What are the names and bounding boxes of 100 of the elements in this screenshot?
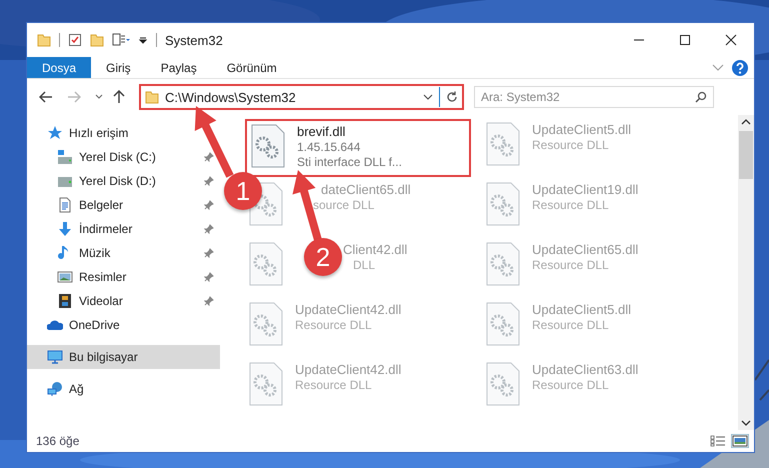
file-name: Client42.dll <box>343 242 408 257</box>
nav-item-label: OneDrive <box>69 318 120 332</box>
nav-item[interactable]: Resimler <box>27 265 220 289</box>
file-name: UpdateClient19.dll <box>532 182 638 197</box>
ribbon-tab[interactable]: Giriş <box>91 57 146 78</box>
close-icon <box>725 34 737 46</box>
chevron-up-icon[interactable] <box>741 119 751 125</box>
search-field[interactable]: Ara: System32 <box>474 86 714 108</box>
address-bar[interactable]: C:\Windows\System32 <box>139 84 464 110</box>
gear-file-icon <box>486 362 520 406</box>
pin-icon[interactable] <box>204 176 214 186</box>
nav-item[interactable]: İndirmeler <box>27 217 220 241</box>
item-count: 136 öğe <box>36 434 80 448</box>
file-description: Resource DLL <box>532 198 609 212</box>
nav-item[interactable]: Yerel Disk (C:) <box>27 145 220 169</box>
folder-icon[interactable] <box>37 33 51 47</box>
details-view-icon[interactable] <box>710 435 726 447</box>
nav-item-label: Bu bilgisayar <box>69 350 138 364</box>
file-description: Resource DLL <box>532 318 609 332</box>
file-name: UpdateClient42.dll <box>295 302 402 317</box>
nav-item[interactable]: OneDrive <box>27 313 220 337</box>
nav-item-label: Videolar <box>79 294 123 308</box>
file-description: Resource DLL <box>532 138 609 152</box>
nav-item-label: Ağ <box>69 382 84 396</box>
nav-item[interactable]: Müzik <box>27 241 220 265</box>
folder-icon <box>145 90 159 104</box>
checklist-icon[interactable] <box>68 33 82 47</box>
pin-icon[interactable] <box>204 152 214 162</box>
address-path: C:\Windows\System32 <box>165 90 297 104</box>
gear-file-icon <box>486 302 520 346</box>
star-icon <box>47 125 63 141</box>
ribbon-tab[interactable]: Görünüm <box>212 57 292 78</box>
gear-file-icon <box>249 242 283 286</box>
refresh-icon[interactable] <box>446 91 458 103</box>
gear-file-icon <box>486 242 520 286</box>
ribbon-tab[interactable]: Paylaş <box>146 57 212 78</box>
chevron-down-icon[interactable] <box>741 420 751 426</box>
file-name: UpdateClient5.dll <box>532 302 632 317</box>
file-description: Resource DLL <box>532 378 609 392</box>
nav-item-label: Hızlı erişim <box>69 126 128 140</box>
nav-item-label: Resimler <box>79 270 126 284</box>
nav-item[interactable]: Belgeler <box>27 193 220 217</box>
file-name: brevif.dll <box>297 124 346 139</box>
nav-item-label: Yerel Disk (D:) <box>79 174 156 188</box>
properties-icon[interactable] <box>112 33 130 47</box>
window-title: System32 <box>165 32 223 48</box>
nav-item-label: Müzik <box>79 246 110 260</box>
nav-item[interactable]: Ağ <box>27 377 220 401</box>
up-arrow-icon[interactable] <box>113 90 125 104</box>
nav-item[interactable]: Hızlı erişim <box>27 121 220 145</box>
gear-file-icon <box>251 124 285 168</box>
dropdown-icon[interactable] <box>138 35 148 45</box>
arrow <box>194 106 234 178</box>
file-name: UpdateClient63.dll <box>532 362 638 377</box>
large-icons-view-icon[interactable] <box>732 435 748 447</box>
ribbon-tab[interactable]: Dosya <box>27 57 92 78</box>
file-description: source DLL <box>313 198 374 212</box>
gear-file-icon <box>249 302 283 346</box>
search-icon <box>695 91 707 103</box>
scrollbar-thumb[interactable] <box>739 131 753 179</box>
document-icon <box>57 197 73 213</box>
file-version: 1.45.15.644 <box>297 140 360 154</box>
file-description: Sti interface DLL f... <box>297 155 402 169</box>
file-description: Resource DLL <box>295 378 372 392</box>
gear-file-icon <box>249 362 283 406</box>
file-name: dateClient65.dll <box>321 182 411 197</box>
help-icon[interactable] <box>732 60 748 76</box>
maximize-icon <box>679 34 691 46</box>
network-icon <box>47 381 63 397</box>
scrollbar[interactable] <box>738 115 754 430</box>
file-name: UpdateClient5.dll <box>532 122 632 137</box>
pin-icon[interactable] <box>204 224 214 234</box>
monitor-icon <box>47 349 63 365</box>
nav-item[interactable]: Videolar <box>27 289 220 313</box>
gear-file-icon <box>486 122 520 166</box>
file-description: DLL <box>353 258 376 272</box>
file-item[interactable]: brevif.dll 1.45.15.644 Sti interface DLL f... <box>245 119 471 177</box>
nav-item[interactable]: Yerel Disk (D:) <box>27 169 220 193</box>
file-description: Resource DLL <box>295 318 372 332</box>
pin-icon[interactable] <box>204 248 214 258</box>
folder-icon[interactable] <box>90 33 104 47</box>
file-name: UpdateClient65.dll <box>532 242 638 257</box>
image-icon <box>57 269 73 285</box>
chevron-down-icon[interactable] <box>423 94 433 100</box>
pin-icon[interactable] <box>204 200 214 210</box>
drive-icon <box>57 149 73 165</box>
nav-item[interactable]: Bu bilgisayar <box>27 345 220 369</box>
pin-icon[interactable] <box>204 296 214 306</box>
nav-item-label: İndirmeler <box>79 222 132 236</box>
back-arrow-icon[interactable] <box>39 91 53 103</box>
nav-item-label: Belgeler <box>79 198 124 212</box>
file-name: UpdateClient42.dll <box>295 362 402 377</box>
file-description: Resource DLL <box>532 258 609 272</box>
gear-file-icon <box>486 182 520 226</box>
pin-icon[interactable] <box>204 272 214 282</box>
download-arrow-icon <box>57 221 73 237</box>
film-icon <box>57 293 73 309</box>
forward-arrow-icon[interactable] <box>67 91 81 103</box>
chevron-down-icon[interactable] <box>95 94 103 100</box>
nav-item-label: Yerel Disk (C:) <box>79 150 156 164</box>
